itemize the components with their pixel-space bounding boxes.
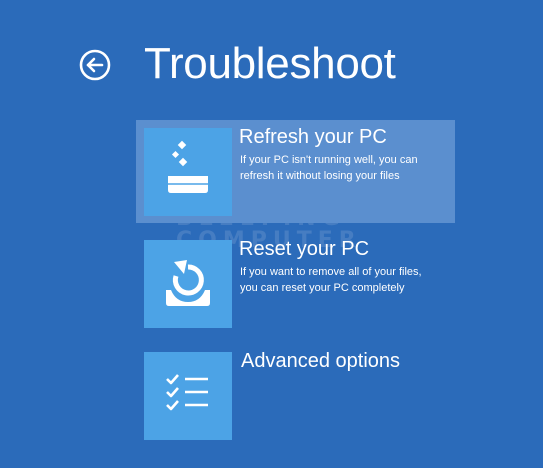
page-title: Troubleshoot: [144, 39, 396, 88]
option-description-line: If your PC isn't running well, you can: [240, 154, 418, 166]
option-description-line: refresh it without losing your files: [240, 170, 400, 182]
option-tile: [144, 352, 232, 440]
option-title: Reset your PC: [239, 238, 370, 260]
back-arrow-icon: [79, 49, 111, 81]
advanced-options-icon: [166, 374, 208, 411]
refresh-pc-icon: [168, 140, 208, 193]
option-reset-pc[interactable]: Reset your PC If you want to remove all …: [136, 232, 455, 335]
option-description: If you want to remove all of your files,…: [240, 264, 452, 296]
option-tile: [144, 128, 232, 216]
option-title: Refresh your PC: [239, 126, 387, 148]
option-refresh-pc[interactable]: Refresh your PC If your PC isn't running…: [136, 120, 455, 223]
back-button[interactable]: [79, 49, 111, 81]
reset-pc-icon: [166, 260, 210, 306]
option-title: Advanced options: [241, 350, 401, 372]
option-advanced-options[interactable]: Advanced options: [136, 344, 455, 447]
option-description-line: If you want to remove all of your files,: [240, 266, 422, 278]
option-description: If your PC isn't running well, you can r…: [240, 152, 452, 184]
option-tile: [144, 240, 232, 328]
option-description-line: you can reset your PC completely: [240, 282, 405, 294]
